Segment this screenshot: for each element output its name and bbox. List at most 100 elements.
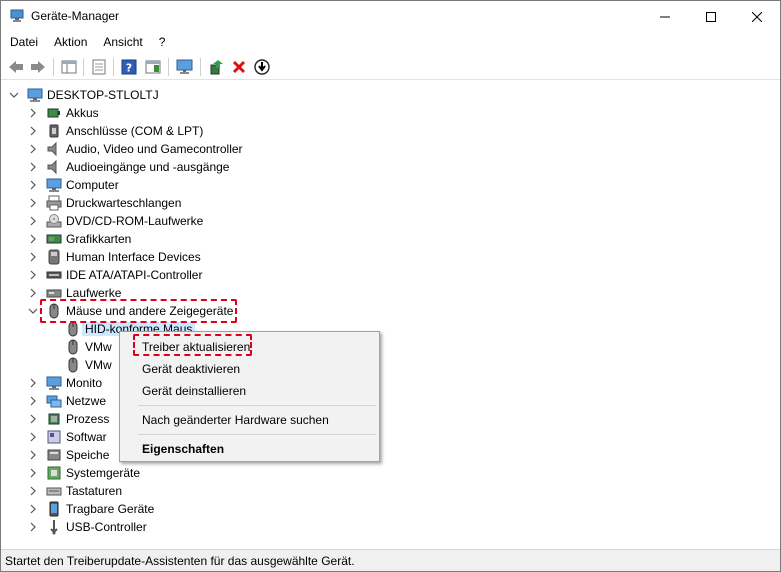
tree-item-label: Netzwe	[66, 394, 107, 408]
tree-root[interactable]: DESKTOP-STLOLTJ	[1, 86, 301, 104]
toolbar-separator	[200, 58, 201, 76]
chevron-right-icon[interactable]	[28, 176, 38, 194]
ide-controller-icon	[46, 271, 62, 279]
tree-category[interactable]: Computer	[1, 176, 301, 194]
forward-button[interactable]	[28, 57, 48, 77]
tree-item-label: Anschlüsse (COM & LPT)	[66, 124, 204, 138]
chevron-down-icon[interactable]	[28, 302, 38, 320]
tree-item-label: Audioeingänge und -ausgänge	[66, 160, 230, 174]
chevron-right-icon[interactable]	[28, 284, 38, 302]
tree-category[interactable]: Anschlüsse (COM & LPT)	[1, 122, 301, 140]
tree-item-label: VMw	[85, 340, 112, 354]
computer-icon	[27, 88, 43, 102]
chevron-right-icon[interactable]	[28, 158, 38, 176]
show-hide-tree-button[interactable]	[59, 57, 79, 77]
chevron-right-icon[interactable]	[28, 122, 38, 140]
tree-category[interactable]: Grafikkarten	[1, 230, 301, 248]
menu-ansicht[interactable]: Ansicht	[94, 32, 149, 53]
mouse-icon	[68, 321, 78, 337]
chevron-right-icon[interactable]	[28, 212, 38, 230]
menu-disable-device[interactable]: Gerät deaktivieren	[142, 362, 240, 376]
properties-button[interactable]	[89, 57, 109, 77]
computer-icon	[46, 178, 62, 192]
tree-category[interactable]: Human Interface Devices	[1, 248, 301, 266]
tree-category[interactable]: Druckwarteschlangen	[1, 194, 301, 212]
tree-item-label: IDE ATA/ATAPI-Controller	[66, 268, 203, 282]
chevron-right-icon[interactable]	[28, 140, 38, 158]
menu-uninstall-device[interactable]: Gerät deinstallieren	[142, 384, 246, 398]
tree-category[interactable]: DVD/CD-ROM-Laufwerke	[1, 212, 301, 230]
chevron-right-icon[interactable]	[28, 482, 38, 500]
monitor-icon	[46, 376, 62, 390]
network-icon	[46, 395, 62, 408]
title-bar: Geräte-Manager	[1, 1, 780, 32]
close-icon	[752, 11, 762, 22]
tree-category[interactable]: Akkus	[1, 104, 301, 122]
tree-category[interactable]: Tastaturen	[1, 482, 301, 500]
chevron-right-icon[interactable]	[28, 392, 38, 410]
tree-category[interactable]: Audioeingänge und -ausgänge	[1, 158, 301, 176]
tree-category[interactable]: Systemgeräte	[1, 464, 301, 482]
menu-help[interactable]: ?	[150, 32, 173, 53]
back-arrow-icon	[9, 61, 23, 73]
chevron-right-icon[interactable]	[28, 266, 38, 284]
port-icon	[49, 124, 59, 138]
tree-item-label: Speiche	[66, 448, 110, 462]
processor-icon	[48, 413, 60, 425]
back-button[interactable]	[6, 57, 26, 77]
chevron-right-icon[interactable]	[28, 104, 38, 122]
menu-separator	[138, 405, 376, 406]
maximize-button[interactable]	[688, 1, 734, 32]
action-pane-button[interactable]	[143, 57, 163, 77]
menu-datei[interactable]: Datei	[1, 32, 45, 53]
svg-text:?: ?	[126, 62, 132, 75]
tree-category[interactable]: Tragbare Geräte	[1, 500, 301, 518]
disable-device-button[interactable]	[252, 57, 272, 77]
help-button[interactable]: ?	[119, 57, 139, 77]
minimize-button[interactable]	[642, 1, 688, 32]
keyboard-icon	[46, 487, 62, 496]
toolbar: ?	[1, 54, 780, 80]
scan-hardware-button[interactable]	[175, 57, 195, 77]
usb-icon	[50, 520, 58, 535]
chevron-right-icon[interactable]	[28, 500, 38, 518]
update-driver-button[interactable]	[206, 57, 226, 77]
tree-item-label: Prozess	[66, 412, 110, 426]
tree-item-label: Akkus	[66, 106, 99, 120]
tree-category[interactable]: IDE ATA/ATAPI-Controller	[1, 266, 301, 284]
tree-item-label: VMw	[85, 358, 112, 372]
highlight-category	[40, 299, 237, 323]
device-manager-icon	[10, 9, 24, 22]
close-button[interactable]	[734, 1, 780, 32]
tree-item-label: DVD/CD-ROM-Laufwerke	[66, 214, 204, 228]
chevron-right-icon[interactable]	[28, 230, 38, 248]
tree-item-label: Tastaturen	[66, 484, 123, 498]
chevron-right-icon[interactable]	[28, 446, 38, 464]
tree-item-label: Systemgeräte	[66, 466, 141, 480]
tree-category[interactable]: USB-Controller	[1, 518, 301, 536]
tree-item-label: Computer	[66, 178, 119, 192]
menu-properties[interactable]: Eigenschaften	[142, 442, 224, 456]
chevron-right-icon[interactable]	[28, 374, 38, 392]
chevron-right-icon[interactable]	[28, 248, 38, 266]
toolbar-separator	[168, 58, 169, 76]
menu-scan-hardware[interactable]: Nach geänderter Hardware suchen	[142, 413, 329, 427]
mouse-icon	[68, 357, 78, 373]
chevron-right-icon[interactable]	[28, 194, 38, 212]
uninstall-button[interactable]	[229, 57, 249, 77]
tree-category[interactable]: Audio, Video und Gamecontroller	[1, 140, 301, 158]
tree-item-label: Audio, Video und Gamecontroller	[66, 142, 243, 156]
window-title: Geräte-Manager	[31, 9, 120, 23]
software-icon	[47, 430, 61, 444]
computer-name: DESKTOP-STLOLTJ	[47, 88, 159, 102]
menu-aktion[interactable]: Aktion	[45, 32, 94, 53]
chevron-right-icon[interactable]	[28, 410, 38, 428]
tree-item-label: Druckwarteschlangen	[66, 196, 182, 210]
chevron-down-icon[interactable]	[9, 86, 19, 104]
hid-icon	[48, 249, 60, 265]
properties-icon	[92, 59, 106, 75]
chevron-right-icon[interactable]	[28, 464, 38, 482]
chevron-right-icon[interactable]	[28, 518, 38, 536]
minimize-icon	[660, 16, 670, 17]
chevron-right-icon[interactable]	[28, 428, 38, 446]
